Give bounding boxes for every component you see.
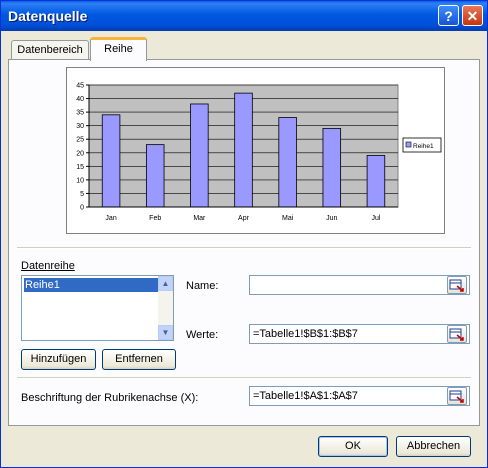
values-label: Werte:: [186, 329, 219, 341]
y-tick-label: 30: [76, 123, 84, 130]
values-field[interactable]: =Tabelle1!$B$1:$B$7: [249, 324, 470, 344]
x-tick-label: Mar: [193, 215, 206, 222]
y-tick-label: 20: [76, 150, 84, 157]
x-tick-label: Mai: [282, 215, 294, 222]
y-tick-label: 25: [76, 137, 84, 144]
scroll-up-arrow-icon[interactable]: ▲: [158, 276, 173, 291]
separator: [17, 247, 471, 249]
title-bar[interactable]: Datenquelle ? ✕: [1, 1, 487, 31]
bar-chart: 0 5 10 15 20 25 30 35 40 45 Jan Feb Mar Apr Mai Jun Jul R…: [76, 83, 442, 222]
legend-swatch: [405, 141, 412, 148]
bar-jun: [322, 127, 342, 208]
legend-label: Reihe1: [413, 143, 434, 150]
scroll-down-arrow-icon[interactable]: ▼: [158, 325, 173, 340]
y-tick-label: 0: [80, 205, 84, 212]
y-tick-label: 15: [76, 164, 84, 171]
cancel-button[interactable]: Abbrechen: [396, 436, 471, 457]
help-button[interactable]: ?: [438, 5, 459, 26]
add-button[interactable]: Hinzufügen: [21, 349, 96, 370]
collapse-dialog-name-icon[interactable]: [447, 276, 467, 294]
y-tick-label: 10: [76, 177, 84, 184]
bar-feb: [145, 144, 165, 208]
y-tick-label: 45: [76, 83, 84, 90]
collapse-dialog-values-icon[interactable]: [447, 325, 467, 343]
category-axis-field[interactable]: =Tabelle1!$A$1:$A$7: [249, 386, 470, 406]
x-tick-label: Jul: [371, 215, 380, 222]
name-field[interactable]: [249, 275, 470, 295]
tab-datenbereich[interactable]: Datenbereich: [11, 40, 89, 61]
y-tick-label: 35: [76, 110, 84, 117]
collapse-dialog-category-icon[interactable]: [447, 387, 467, 405]
x-tick-label: Feb: [149, 215, 161, 222]
chart-preview: 0 5 10 15 20 25 30 35 40 45 Jan Feb Mar Apr Mai Jun Jul R…: [66, 67, 445, 234]
x-tick-label: Jun: [326, 215, 337, 222]
vertical-scrollbar[interactable]: ▲ ▼: [158, 276, 173, 340]
close-button[interactable]: ✕: [462, 5, 483, 26]
separator: [17, 377, 471, 379]
x-tick-label: Jan: [105, 215, 116, 222]
remove-button[interactable]: Entfernen: [102, 349, 176, 370]
bar-apr: [234, 92, 253, 208]
window-title: Datenquelle: [8, 8, 88, 24]
y-tick-label: 5: [80, 191, 84, 198]
bar-mai: [278, 117, 297, 208]
tab-reihe[interactable]: Reihe: [90, 37, 147, 61]
x-tick-label: Apr: [238, 215, 250, 222]
dialog-window: Datenquelle ? ✕ Datenbereich Reihe 0 5 10 1…: [0, 0, 488, 468]
ok-button[interactable]: OK: [318, 436, 388, 457]
list-item[interactable]: Reihe1: [24, 278, 158, 292]
y-tick-label: 40: [76, 96, 84, 103]
bar-jul: [366, 155, 386, 208]
series-label-text: Datenreihe: [21, 260, 75, 272]
series-listbox[interactable]: Reihe1 ▲ ▼: [21, 275, 174, 341]
category-axis-label: Beschriftung der Rubrikenachse (X):: [21, 392, 199, 404]
name-label: Name:: [186, 280, 219, 292]
bar-mar: [190, 103, 209, 208]
bar-jan: [101, 114, 121, 208]
tab-panel: 0 5 10 15 20 25 30 35 40 45 Jan Feb Mar Apr Mai Jun Jul R…: [8, 59, 480, 426]
series-label: Datenreihe: [21, 260, 75, 272]
